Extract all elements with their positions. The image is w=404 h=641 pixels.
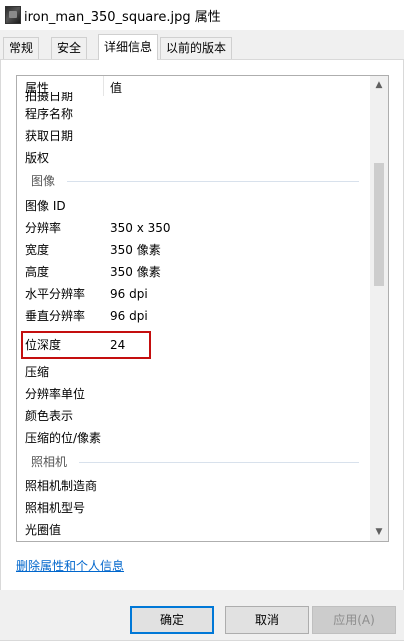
list-item-name: 垂直分辨率: [25, 309, 86, 323]
list-item-name: 程序名称: [25, 107, 74, 121]
list-item-partial: 拍摄日期: [25, 92, 74, 102]
remove-properties-link[interactable]: 删除属性和个人信息: [16, 557, 124, 574]
list-item-value: 350 像素: [110, 265, 161, 279]
property-list[interactable]: 属性 值 拍摄日期 程序名称 获取日期 版权 图像 图像 ID 分辨率 350 …: [16, 75, 389, 542]
tab-details[interactable]: 详细信息: [98, 34, 159, 60]
list-item-name: 获取日期: [25, 129, 74, 143]
list-item-value: 96 dpi: [110, 309, 148, 323]
list-item-name: 照相机型号: [25, 501, 86, 515]
dialog-button-bar: 确定 取消 应用(A): [0, 590, 404, 640]
list-item-name: 颜色表示: [25, 409, 74, 423]
column-divider[interactable]: [103, 76, 104, 96]
tab-security[interactable]: 安全: [51, 37, 88, 59]
list-item-name: 高度: [25, 265, 50, 279]
list-item-name: 压缩: [25, 365, 50, 379]
list-item-name: 版权: [25, 151, 50, 165]
scroll-down-arrow-icon[interactable]: ▼: [370, 523, 388, 541]
details-panel: 属性 值 拍摄日期 程序名称 获取日期 版权 图像 图像 ID 分辨率 350 …: [0, 59, 404, 641]
column-header-value[interactable]: 值: [110, 79, 122, 96]
tab-strip: 常规 安全 详细信息 以前的版本: [0, 34, 404, 60]
vertical-scrollbar[interactable]: ▲ ▼: [370, 76, 388, 541]
group-divider: [79, 462, 359, 463]
list-item-name: 照相机制造商: [25, 479, 98, 493]
list-item-name: 宽度: [25, 243, 50, 257]
list-item-value: 350 像素: [110, 243, 161, 257]
cancel-button[interactable]: 取消: [225, 606, 309, 634]
tab-general[interactable]: 常规: [3, 37, 40, 59]
list-item-name: 压缩的位/像素: [25, 431, 102, 445]
highlight-box: [21, 331, 151, 359]
group-heading-camera: 照相机: [31, 455, 68, 469]
list-item-value: 350 x 350: [110, 221, 171, 235]
title-bar: iron_man_350_square.jpg 属性: [0, 0, 404, 30]
list-item-name: 分辨率单位: [25, 387, 86, 401]
list-item-name: 光圈值: [25, 523, 62, 537]
list-item-name: 分辨率: [25, 221, 62, 235]
image-file-icon: [5, 6, 21, 24]
tab-previous-versions[interactable]: 以前的版本: [160, 37, 233, 59]
group-divider: [67, 181, 359, 182]
window-title: iron_man_350_square.jpg 属性: [24, 10, 221, 25]
group-heading-image: 图像: [31, 174, 56, 188]
apply-button[interactable]: 应用(A): [312, 606, 396, 634]
list-item-name: 水平分辨率: [25, 287, 86, 301]
scroll-up-arrow-icon[interactable]: ▲: [370, 76, 388, 94]
list-item-name: 图像 ID: [25, 199, 66, 213]
ok-button[interactable]: 确定: [130, 606, 214, 634]
scroll-thumb[interactable]: [374, 163, 384, 286]
list-item-value: 96 dpi: [110, 287, 148, 301]
